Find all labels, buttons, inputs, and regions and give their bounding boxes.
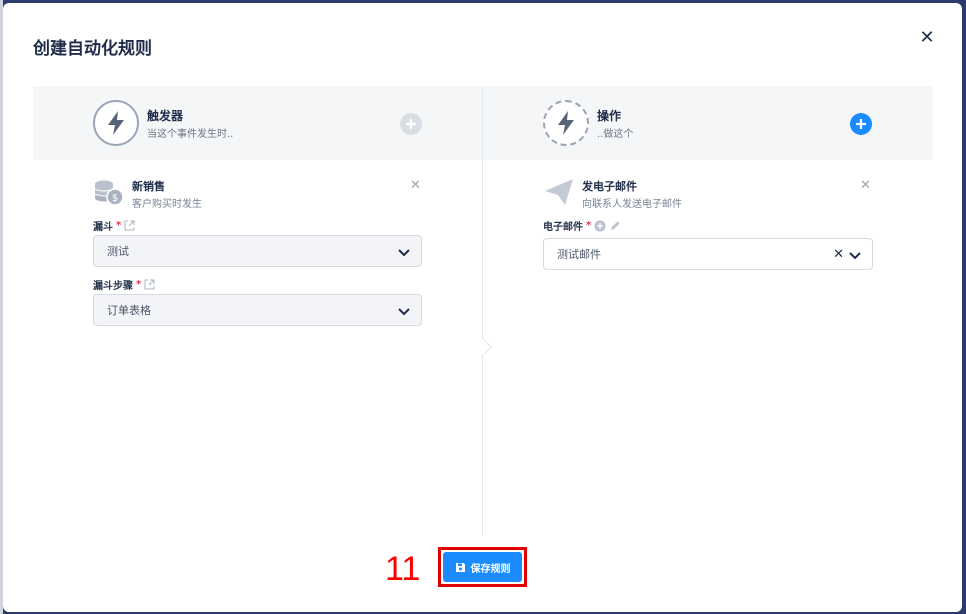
funnel-label-text: 漏斗: [93, 222, 113, 233]
required-mark: *: [586, 220, 592, 231]
chevron-down-icon: [398, 249, 410, 257]
email-label-text: 电子邮件: [543, 222, 583, 233]
action-card: 发电子邮件 向联系人发送电子邮件 ✕: [543, 176, 873, 210]
email-label: 电子邮件 *: [543, 218, 621, 233]
required-mark: *: [116, 220, 122, 231]
funnel-step-label: 漏斗步骤 *: [93, 277, 155, 292]
funnel-label: 漏斗 *: [93, 218, 135, 233]
divider-arrow: [472, 337, 492, 357]
action-title: 操作: [597, 109, 622, 123]
pencil-icon[interactable]: [609, 220, 621, 232]
email-select[interactable]: 测试邮件 ✕: [543, 238, 873, 270]
trigger-header: 触发器 当这个事件发生时..: [93, 100, 433, 146]
external-link-icon[interactable]: [144, 279, 155, 290]
save-rule-label: 保存规则: [470, 563, 511, 575]
remove-action-icon[interactable]: ✕: [860, 179, 871, 192]
paper-plane-icon: [543, 176, 575, 208]
action-header: 操作 ..做这个: [543, 100, 883, 146]
action-card-subtitle: 向联系人发送电子邮件: [582, 199, 682, 210]
external-link-icon[interactable]: [124, 220, 135, 231]
chevron-down-icon: [849, 252, 861, 260]
close-icon[interactable]: ✕: [918, 29, 936, 47]
plus-circle-icon[interactable]: [400, 113, 422, 135]
lightning-icon: [543, 100, 589, 146]
trigger-card-subtitle: 客户购买时发生: [132, 199, 202, 210]
remove-trigger-icon[interactable]: ✕: [410, 179, 421, 192]
action-subtitle: ..做这个: [597, 129, 634, 140]
column-divider: [482, 86, 483, 535]
plus-circle-icon[interactable]: [594, 220, 606, 232]
svg-text:$: $: [112, 193, 118, 204]
step-number-annotation: 11: [385, 550, 421, 588]
email-select-value: 测试邮件: [557, 248, 601, 261]
action-card-title: 发电子邮件: [582, 180, 637, 193]
coins-dollar-icon: $: [93, 176, 125, 208]
required-mark: *: [136, 279, 142, 290]
funnel-step-select-value: 订单表格: [107, 304, 151, 317]
lightning-icon: [93, 100, 139, 146]
trigger-subtitle: 当这个事件发生时..: [147, 129, 234, 140]
trigger-card-title: 新销售: [132, 180, 165, 193]
trigger-title: 触发器: [147, 109, 184, 123]
save-rule-button[interactable]: 保存规则: [443, 552, 522, 582]
funnel-select[interactable]: 测试: [93, 235, 422, 267]
chevron-down-icon: [398, 308, 410, 316]
modal-title: 创建自动化规则: [33, 39, 152, 59]
automation-rule-modal: 创建自动化规则 ✕ 触发器 当这个事件发生时.. 操作 ..做这个 $ 新销售 …: [3, 3, 962, 612]
trigger-card: $ 新销售 客户购买时发生 ✕: [93, 176, 423, 210]
floppy-disk-icon: [455, 562, 465, 572]
funnel-step-label-text: 漏斗步骤: [93, 281, 133, 292]
funnel-select-value: 测试: [107, 245, 129, 258]
clear-icon[interactable]: ✕: [833, 248, 844, 261]
plus-circle-icon[interactable]: [850, 113, 872, 135]
funnel-step-select[interactable]: 订单表格: [93, 294, 422, 326]
